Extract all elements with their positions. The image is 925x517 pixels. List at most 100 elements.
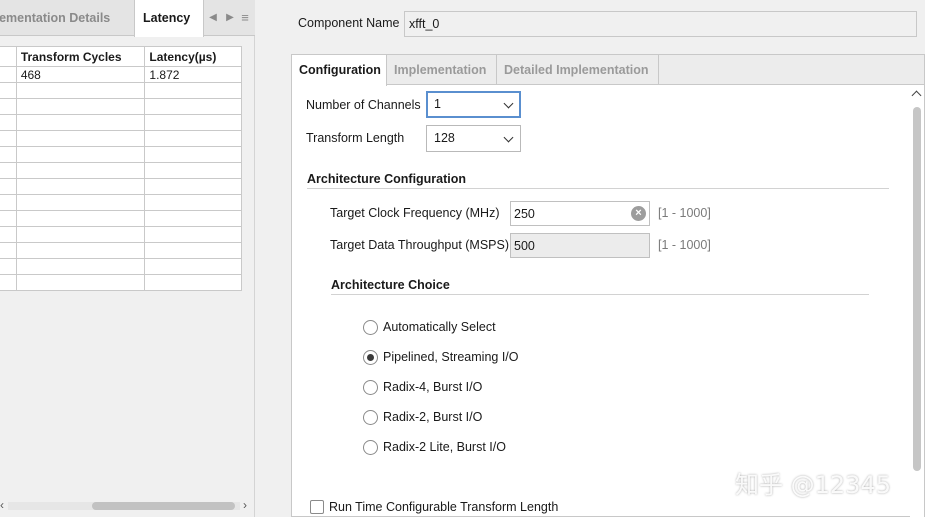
radio-button[interactable] (363, 440, 378, 455)
tab-latency[interactable]: Latency (134, 0, 204, 37)
table-cell (0, 162, 17, 179)
table-header-row: Transform Cycles Latency(µs) (0, 46, 242, 67)
scroll-up-icon[interactable] (911, 90, 922, 101)
table-row[interactable] (0, 82, 242, 99)
architecture-option-label: Radix-2 Lite, Burst I/O (383, 440, 506, 454)
table-cell (0, 242, 17, 259)
clock-frequency-label: Target Clock Frequency (MHz) (330, 206, 500, 220)
component-name-field[interactable]: xfft_0 (404, 11, 917, 37)
table-cell (15, 130, 146, 147)
table-cell: 468 (15, 66, 146, 83)
table-cell (144, 258, 242, 275)
scroll-right-icon[interactable]: › (243, 498, 247, 512)
section-divider (331, 294, 869, 295)
architecture-option-label: Pipelined, Streaming I/O (383, 350, 519, 364)
table-cell (15, 258, 146, 275)
tab-menu-icon[interactable]: ≡ (239, 10, 251, 25)
table-cell (0, 178, 17, 195)
table-cell (15, 98, 146, 115)
table-cell (144, 226, 242, 243)
table-cell (144, 130, 242, 147)
table-row[interactable] (0, 210, 242, 227)
table-cell (0, 226, 17, 243)
architecture-configuration-title: Architecture Configuration (307, 172, 467, 186)
table-cell: 1.872 (144, 66, 242, 83)
table-row[interactable] (0, 162, 242, 179)
table-cell (0, 194, 17, 211)
radio-button[interactable] (363, 410, 378, 425)
table-cell (0, 274, 17, 291)
channels-dropdown[interactable]: 1 (426, 91, 521, 118)
table-cell (15, 194, 146, 211)
radio-button[interactable] (363, 320, 378, 335)
table-cell (144, 162, 242, 179)
tab-implementation[interactable]: Implementation (387, 55, 497, 85)
table-cell (144, 82, 242, 99)
table-cell (144, 194, 242, 211)
clock-frequency-range: [1 - 1000] (658, 206, 711, 220)
clear-icon[interactable]: × (631, 206, 646, 221)
clock-frequency-value: 250 (514, 207, 535, 221)
table-cell (15, 162, 146, 179)
table-cell (144, 274, 242, 291)
runtime-configurable-checkbox[interactable] (310, 500, 324, 514)
table-row[interactable] (0, 98, 242, 115)
table-cell (0, 210, 17, 227)
table-cell (144, 146, 242, 163)
table-row[interactable]: 468 1.872 (0, 66, 242, 83)
radio-button[interactable] (363, 350, 378, 365)
config-tab-strip: Configuration Implementation Detailed Im… (292, 55, 924, 86)
vertical-scrollbar[interactable] (910, 85, 924, 517)
component-name-label: Component Name (298, 16, 400, 30)
table-cell (0, 114, 17, 131)
table-row[interactable] (0, 242, 242, 259)
table-cell (0, 258, 17, 275)
table-row[interactable] (0, 258, 242, 275)
table-row[interactable] (0, 194, 242, 211)
chevron-down-icon (503, 98, 514, 109)
scroll-thumb[interactable] (92, 502, 235, 510)
table-cell (15, 178, 146, 195)
table-row[interactable] (0, 114, 242, 131)
table-cell (0, 98, 17, 115)
table-cell (15, 114, 146, 131)
table-row[interactable] (0, 130, 242, 147)
channels-label: Number of Channels (306, 98, 421, 112)
left-tab-bar: plementation Details Latency ◀ ▶ ≡ (0, 0, 255, 37)
table-cell (144, 178, 242, 195)
channels-value: 1 (434, 97, 441, 111)
table-cell (15, 82, 146, 99)
table-cell (15, 210, 146, 227)
table-row[interactable] (0, 226, 242, 243)
table-cell (0, 130, 17, 147)
table-row[interactable] (0, 178, 242, 195)
clock-frequency-input[interactable]: 250 × (510, 201, 650, 226)
table-cell (15, 146, 146, 163)
scroll-left-icon[interactable]: ‹ (0, 498, 4, 512)
table-cell (15, 274, 146, 291)
tab-scroll-left-icon[interactable]: ◀ (207, 12, 219, 23)
watermark-text: 知乎 @12345 (735, 471, 891, 499)
table-header[interactable] (0, 46, 17, 67)
table-cell (144, 210, 242, 227)
tab-configuration[interactable]: Configuration (292, 55, 387, 86)
tab-implementation-details[interactable]: plementation Details (0, 0, 118, 36)
table-header[interactable]: Latency(µs) (144, 46, 242, 67)
tab-detailed-implementation[interactable]: Detailed Implementation (497, 55, 659, 85)
radio-button[interactable] (363, 380, 378, 395)
table-row[interactable] (0, 146, 242, 163)
table-row[interactable] (0, 274, 242, 291)
data-throughput-input[interactable]: 500 (510, 233, 650, 258)
table-header[interactable]: Transform Cycles (15, 46, 146, 67)
transform-length-dropdown[interactable]: 128 (426, 125, 521, 152)
config-panel: Component Name xfft_0 Configuration Impl… (256, 0, 925, 517)
table-cell (144, 98, 242, 115)
horizontal-scrollbar[interactable]: ‹ › (0, 498, 255, 514)
table-cell (15, 242, 146, 259)
runtime-configurable-label: Run Time Configurable Transform Length (329, 500, 559, 514)
scroll-thumb[interactable] (913, 107, 921, 471)
transform-length-value: 128 (434, 131, 455, 145)
data-throughput-range: [1 - 1000] (658, 238, 711, 252)
tab-scroll-right-icon[interactable]: ▶ (224, 12, 236, 23)
config-tab-box: Configuration Implementation Detailed Im… (291, 54, 925, 517)
